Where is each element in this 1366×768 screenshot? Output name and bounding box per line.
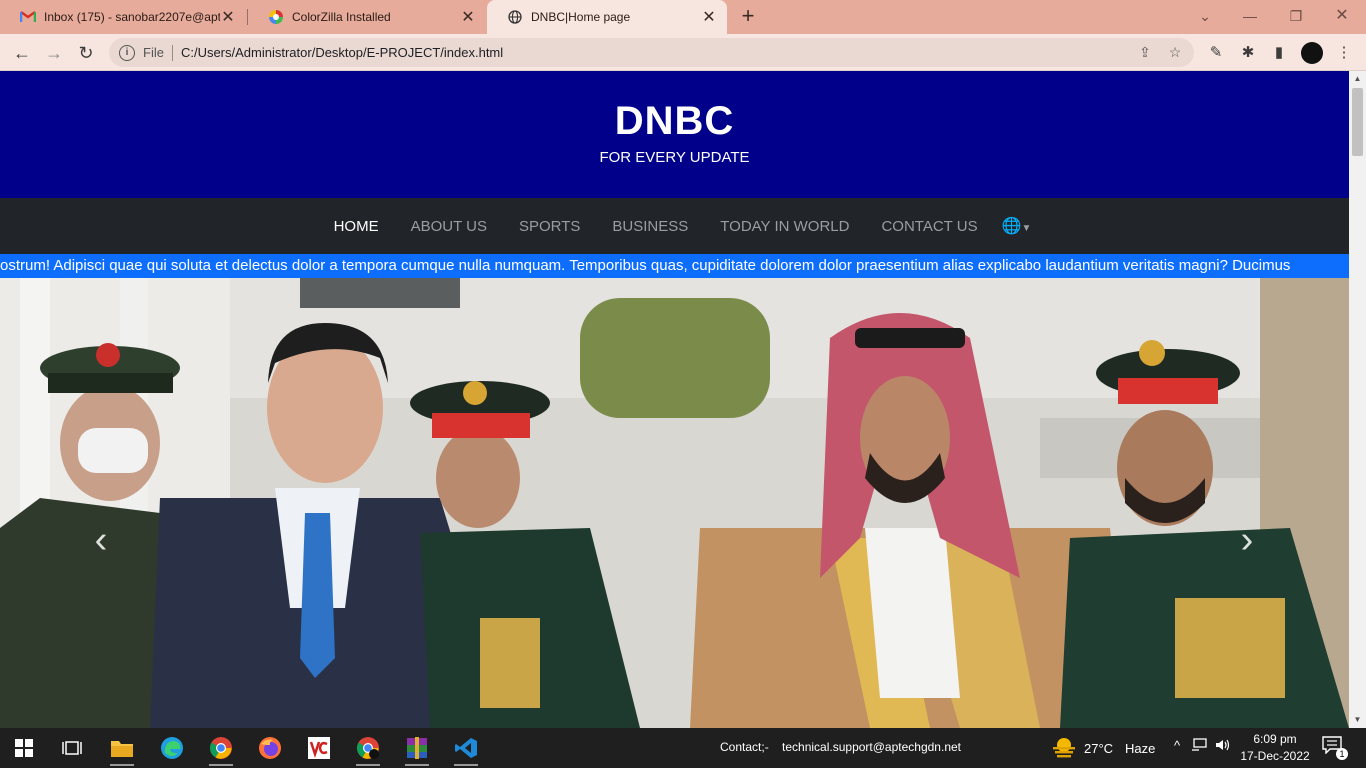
site-title: DNBC [614, 99, 735, 143]
tab-close-icon[interactable]: ✕ [220, 7, 236, 27]
back-button[interactable]: ← [10, 41, 34, 65]
tab-dnbc[interactable]: DNBC|Home page ✕ [487, 0, 727, 34]
reload-button[interactable]: ↻ [74, 41, 98, 65]
extensions-puzzle-icon[interactable]: ✱ [1237, 42, 1259, 64]
tab-close-icon[interactable]: ✕ [460, 7, 476, 27]
minimize-button[interactable]: — [1238, 4, 1262, 28]
winrar-icon[interactable] [401, 732, 433, 766]
taskbar-contact: Contact;- technical.support@aptechgdn.ne… [720, 740, 961, 754]
side-panel-icon[interactable]: ▮ [1268, 42, 1290, 64]
scroll-thumb[interactable] [1352, 88, 1363, 156]
tab-title: Inbox (175) - sanobar2207e@aptech [44, 10, 220, 24]
address-divider [171, 44, 173, 61]
carousel-slide-image [0, 278, 1349, 728]
site-info-icon[interactable]: i [119, 44, 135, 61]
browser-tab-strip: Inbox (175) - sanobar2207e@aptech ✕ Colo… [0, 0, 1366, 34]
profile-avatar[interactable] [1301, 42, 1323, 64]
scroll-up-arrow-icon[interactable]: ▲ [1349, 71, 1366, 87]
contact-label: Contact;- [720, 740, 769, 754]
language-dropdown[interactable]: 🌐▼ [994, 216, 1032, 236]
contact-email: technical.support@aptechgdn.net [782, 740, 961, 754]
tab-colorzilla[interactable]: ColorZilla Installed ✕ [248, 0, 486, 34]
weather-widget[interactable]: 27°C Haze [1052, 737, 1155, 759]
nav-about-us[interactable]: ABOUT US [395, 218, 503, 235]
address-bar[interactable]: i File C:/Users/Administrator/Desktop/E-… [109, 38, 1194, 67]
notification-center-button[interactable]: 1 [1322, 736, 1348, 760]
colorzilla-icon [268, 9, 284, 25]
hero-carousel: ‹ › [0, 278, 1349, 728]
tab-search-icon[interactable]: ⌄ [1193, 4, 1217, 28]
nav-sports[interactable]: SPORTS [503, 218, 596, 235]
bookmark-star-icon[interactable]: ☆ [1164, 44, 1186, 61]
edge-browser-icon[interactable] [156, 732, 188, 764]
globe-icon [507, 9, 523, 25]
share-icon[interactable]: ⇪ [1134, 44, 1156, 61]
weather-condition: Haze [1125, 740, 1156, 756]
restore-button[interactable]: ❐ [1284, 4, 1308, 28]
gmail-icon [20, 9, 36, 25]
start-windows-icon[interactable] [8, 732, 40, 764]
clock-time: 6:09 pm [1253, 732, 1297, 746]
windows-taskbar: Contact;- technical.support@aptechgdn.ne… [0, 728, 1366, 768]
file-explorer-icon[interactable] [106, 732, 138, 766]
tab-title: DNBC|Home page [531, 10, 631, 24]
news-ticker: ostrum! Adipisci quae qui soluta et dele… [0, 254, 1349, 278]
weather-temperature: 27°C [1084, 740, 1114, 756]
tab-close-icon[interactable]: ✕ [701, 7, 717, 27]
close-window-button[interactable]: ✕ [1330, 4, 1354, 28]
carousel-prev-button[interactable]: ‹ [86, 520, 116, 560]
taskbar-clock[interactable]: 6:09 pm 17-Dec-2022 [1240, 731, 1310, 765]
scroll-down-arrow-icon[interactable]: ▼ [1349, 712, 1366, 728]
firefox-icon[interactable] [254, 732, 286, 764]
nav-today-in-world[interactable]: TODAY IN WORLD [704, 218, 865, 235]
task-view-icon[interactable] [56, 732, 88, 764]
nav-contact-us[interactable]: CONTACT US [865, 218, 993, 235]
chrome-icon[interactable] [205, 732, 237, 766]
site-tagline: FOR EVERY UPDATE [599, 149, 750, 166]
nav-business[interactable]: BUSINESS [596, 218, 704, 235]
main-navbar: HOME ABOUT US SPORTS BUSINESS TODAY IN W… [0, 198, 1349, 254]
nav-home[interactable]: HOME [318, 218, 395, 235]
tab-gmail[interactable]: Inbox (175) - sanobar2207e@aptech ✕ [0, 0, 246, 34]
site-header: DNBC FOR EVERY UPDATE [0, 71, 1349, 198]
tab-title: ColorZilla Installed [292, 10, 391, 24]
address-url[interactable]: C:/Users/Administrator/Desktop/E-PROJECT… [181, 45, 1134, 60]
network-icon[interactable] [1190, 738, 1208, 755]
page-scrollbar[interactable]: ▲ ▼ [1349, 71, 1366, 728]
tray-overflow-chevron-icon[interactable]: ^ [1168, 738, 1186, 753]
vscode-icon[interactable] [450, 732, 482, 766]
menu-kebab-icon[interactable]: ⋮ [1333, 42, 1355, 64]
notification-count-badge: 1 [1336, 748, 1348, 760]
chrome-profile-icon[interactable] [352, 732, 384, 766]
colorzilla-extension-icon[interactable]: ✎ [1205, 42, 1227, 64]
haze-weather-icon [1053, 738, 1075, 758]
new-tab-button[interactable]: + [737, 5, 759, 27]
browser-toolbar: ← → ↻ i File C:/Users/Administrator/Desk… [0, 34, 1366, 71]
carousel-next-button[interactable]: › [1232, 520, 1262, 560]
address-scheme: File [143, 45, 164, 60]
visual-paradigm-icon[interactable] [303, 732, 335, 764]
clock-date: 17-Dec-2022 [1240, 749, 1310, 763]
forward-button[interactable]: → [42, 41, 66, 65]
globe-icon: 🌐 [1001, 218, 1022, 235]
volume-icon[interactable] [1214, 738, 1232, 755]
caret-down-icon: ▼ [1021, 223, 1032, 234]
web-page: DNBC FOR EVERY UPDATE HOME ABOUT US SPOR… [0, 71, 1349, 728]
